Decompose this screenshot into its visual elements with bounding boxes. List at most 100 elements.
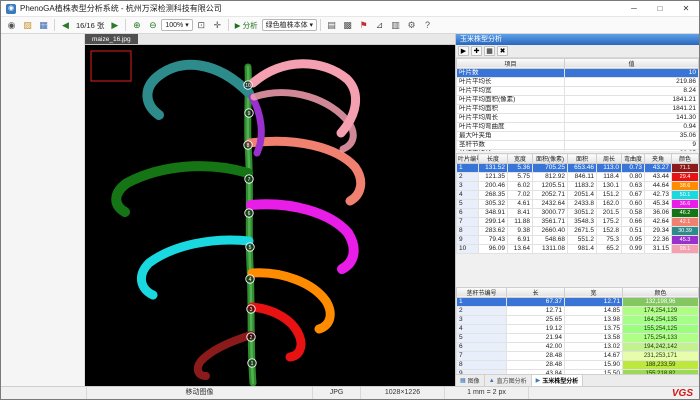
column-header[interactable]: 宽 xyxy=(565,287,623,297)
minimize-button[interactable]: ─ xyxy=(621,1,647,17)
pan-icon[interactable]: ✛ xyxy=(210,18,225,32)
column-header[interactable]: 夹角 xyxy=(645,154,672,164)
summary-row[interactable]: 叶片数10 xyxy=(457,68,699,77)
stem-row[interactable]: 642.0013.02194,242,142 xyxy=(457,342,699,351)
table-cell: 叶片平均面积 xyxy=(457,104,565,113)
stem-row[interactable]: 212.7114.85174,254,129 xyxy=(457,306,699,315)
prev-image-icon[interactable]: ◀ xyxy=(58,18,73,32)
summary-row[interactable]: 叶片平均宽8.24 xyxy=(457,86,699,95)
image-tab-bar: maize_16.jpg xyxy=(85,34,455,45)
leaf-row[interactable]: 2121.355.75812.92846.11118.40.8043.4429.… xyxy=(457,173,699,182)
image-canvas[interactable]: 12345678910 xyxy=(85,45,455,386)
column-header[interactable]: 茎秆节编号 xyxy=(457,287,507,297)
table-cell: 13.02 xyxy=(565,342,623,351)
table-cell: 7 xyxy=(457,351,507,360)
table-cell: 15.90 xyxy=(565,360,623,369)
analysis-panel: 玉米株型分析 ▶✚▦✖ 项目值 叶片数10叶片平均长219.86叶片平均宽8.2… xyxy=(455,34,699,386)
table-cell: 36.06 xyxy=(645,209,672,218)
run-icon[interactable]: ▶ xyxy=(458,46,469,56)
table-icon[interactable]: ▥ xyxy=(388,18,403,32)
save-icon[interactable]: ▦ xyxy=(36,18,51,32)
image-tab[interactable]: maize_16.jpg xyxy=(85,34,138,44)
table-cell: 8.24 xyxy=(565,86,699,95)
column-header[interactable]: 面积(像素) xyxy=(533,154,568,164)
mode-select[interactable]: 绿色植株本体 ▾ xyxy=(262,19,317,31)
stem-row[interactable]: 325.6513.98164,254,135 xyxy=(457,315,699,324)
leaf-row[interactable]: 979.436.91548.68551.275.30.9522.3645.3 xyxy=(457,236,699,245)
stem-header-row: 茎秆节编号长宽颜色 xyxy=(457,287,699,297)
summary-row[interactable]: 叶片平均长219.86 xyxy=(457,77,699,86)
table-cell: 13.98 xyxy=(565,315,623,324)
tab-图像[interactable]: ▦图像 xyxy=(456,375,485,386)
table-cell: 叶片平均周长 xyxy=(457,113,565,122)
next-image-icon[interactable]: ▶ xyxy=(107,18,122,32)
leaf-row[interactable]: 5305.324.612432.642433.8162.00.6045.3436… xyxy=(457,200,699,209)
flag-icon[interactable]: ⚑ xyxy=(356,18,371,32)
column-header[interactable]: 颜色 xyxy=(672,154,699,164)
node-badge: 7 xyxy=(245,175,253,183)
close-button[interactable]: ✕ xyxy=(673,1,699,17)
table-cell: 2052.71 xyxy=(533,191,568,200)
selection-rectangle[interactable] xyxy=(91,51,131,81)
zoom-in-icon[interactable]: ⊕ xyxy=(129,18,144,32)
tab-直方图分析[interactable]: ▲直方图分析 xyxy=(485,375,532,386)
table-cell: 28.48 xyxy=(507,360,565,369)
stem-row[interactable]: 828.4815.90188,233,59 xyxy=(457,360,699,369)
column-header[interactable]: 长 xyxy=(507,287,565,297)
grid-icon[interactable]: ▩ xyxy=(340,18,355,32)
leaf-row[interactable]: 8283.629.382660.402671.5152.80.5129.3430… xyxy=(457,227,699,236)
column-header[interactable]: 弯曲度 xyxy=(622,154,645,164)
leaf-8 xyxy=(147,65,249,115)
stem-row[interactable]: 167.3712.71132,198,96 xyxy=(457,297,699,306)
summary-row[interactable]: 叶片平均弯曲度0.94 xyxy=(457,122,699,131)
column-header[interactable]: 周长 xyxy=(597,154,622,164)
fit-view-icon[interactable]: ⊡ xyxy=(194,18,209,32)
zoom-level-select[interactable]: 100% ▾ xyxy=(161,19,192,31)
add-icon[interactable]: ✚ xyxy=(471,46,482,56)
summary-row[interactable]: 最大叶夹角35.06 xyxy=(457,131,699,140)
image-adjust-icon[interactable]: ▤ xyxy=(324,18,339,32)
leaf-row[interactable]: 1096.0913.641311.08981.465.20.9931.1598.… xyxy=(457,245,699,254)
column-header[interactable]: 面积 xyxy=(568,154,597,164)
main-area: maize_16.jpg 12345678910 玉米株型分析 ▶✚▦✖ 项目值 xyxy=(1,34,699,386)
summary-row[interactable]: 茎秆节数9 xyxy=(457,140,699,149)
table-cell: 0.99 xyxy=(622,245,645,254)
leaf-row[interactable]: 1131.525.36705.25653.46113.00.7343.2771.… xyxy=(457,164,699,173)
leaf-6 xyxy=(116,166,248,212)
open-folder-icon[interactable]: ▨ xyxy=(20,18,35,32)
summary-row[interactable]: 分枝平均长36.85 xyxy=(457,149,699,151)
stem-row[interactable]: 728.4814.67231,253,171 xyxy=(457,351,699,360)
tab-玉米株型分析[interactable]: ▶玉米株型分析 xyxy=(532,375,584,386)
help-icon[interactable]: ? xyxy=(420,18,435,32)
column-header[interactable]: 宽度 xyxy=(508,154,533,164)
table-cell: 42.64 xyxy=(645,218,672,227)
leaf-row[interactable]: 3200.466.021205.511183.2130.10.6344.6438… xyxy=(457,182,699,191)
settings-icon[interactable]: ⚙ xyxy=(404,18,419,32)
leaf-header-row: 叶片编号长度宽度面积(像素)面积周长弯曲度夹角颜色 xyxy=(457,154,699,164)
column-header[interactable]: 值 xyxy=(565,58,699,68)
leaf-row[interactable]: 4268.357.022052.712051.4151.20.6742.7350… xyxy=(457,191,699,200)
summary-row[interactable]: 叶片平均面积(像素)1841.21 xyxy=(457,95,699,104)
maximize-button[interactable]: □ xyxy=(647,1,673,17)
camera-icon[interactable]: ◉ xyxy=(4,18,19,32)
column-header[interactable]: 长度 xyxy=(479,154,508,164)
leaf-row[interactable]: 7299.1411.883561.713548.3175.20.6642.644… xyxy=(457,218,699,227)
leaf-row[interactable]: 6348.918.413000.773051.2201.50.5836.0646… xyxy=(457,209,699,218)
analyze-button[interactable]: ▶ 分析 xyxy=(232,20,261,31)
summary-row[interactable]: 叶片平均周长141.30 xyxy=(457,113,699,122)
column-header[interactable]: 项目 xyxy=(457,58,565,68)
table-cell: 叶片平均弯曲度 xyxy=(457,122,565,131)
ruler-icon[interactable]: ⊿ xyxy=(372,18,387,32)
node-badge: 1 xyxy=(248,359,256,367)
stem-row[interactable]: 419.1213.75155,254,125 xyxy=(457,324,699,333)
stem-color-swatch: 132,198,96 xyxy=(623,297,699,306)
column-header[interactable]: 叶片编号 xyxy=(457,154,479,164)
leaf-table: 叶片编号长度宽度面积(像素)面积周长弯曲度夹角颜色 1131.525.36705… xyxy=(456,153,699,254)
clear-icon[interactable]: ✖ xyxy=(497,46,508,56)
column-header[interactable]: 颜色 xyxy=(623,287,699,297)
zoom-out-icon[interactable]: ⊖ xyxy=(145,18,160,32)
svg-text:5: 5 xyxy=(249,245,252,251)
table-export-icon[interactable]: ▦ xyxy=(484,46,495,56)
stem-row[interactable]: 521.9413.58175,254,133 xyxy=(457,333,699,342)
summary-row[interactable]: 叶片平均面积1841.21 xyxy=(457,104,699,113)
